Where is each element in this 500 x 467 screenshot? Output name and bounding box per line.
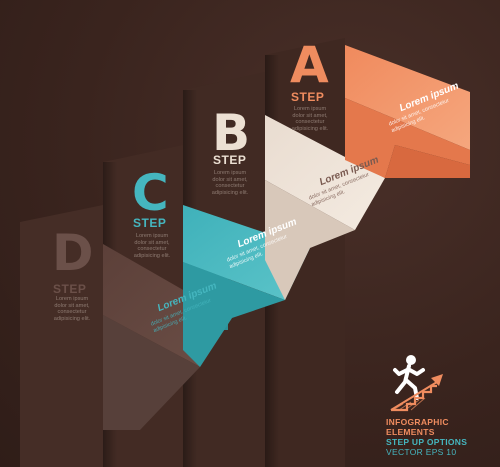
step-c-label: STEP (133, 216, 167, 230)
step-d-letter: D (52, 224, 94, 282)
step-d-body: Lorem ipsum dolor sit amet, consectetur adi… (53, 296, 91, 322)
step-a-letter: A (290, 36, 329, 94)
step-c-letter: C (132, 164, 169, 222)
step-a-label: STEP (291, 90, 325, 104)
footer-line-1: INFOGRAPHIC (386, 417, 449, 427)
step-b-body: Lorem ipsum dolor sit amet, consectetur adi… (211, 170, 249, 196)
footer-line-2: ELEMENTS (386, 427, 435, 437)
infographic-canvas: A STEP Lorem ipsum dolor sit amet, consect… (0, 0, 500, 467)
footer-line-3: STEP UP OPTIONS (386, 437, 468, 447)
step-c-body: Lorem ipsum dolor sit amet, consectetur adi… (133, 233, 171, 259)
step-a-body: Lorem ipsum dolor sit amet, consectetur adi… (291, 106, 329, 132)
runner-stairs-icon (390, 355, 443, 412)
step-b-letter: B (212, 104, 251, 162)
step-b-label: STEP (213, 153, 247, 167)
footer-line-4: VECTOR EPS 10 (386, 447, 457, 457)
footer-caption: INFOGRAPHIC ELEMENTS STEP UP OPTIONS VEC… (386, 417, 467, 457)
step-d-label: STEP (53, 282, 87, 296)
